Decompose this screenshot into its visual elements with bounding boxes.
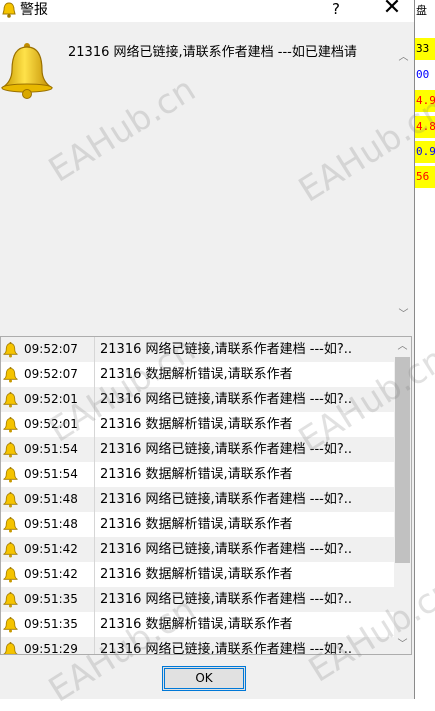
help-button[interactable]: ?	[324, 0, 348, 18]
alert-text: 21316 数据解析错误,请联系作者	[100, 367, 293, 382]
alert-time: 09:52:01	[24, 417, 78, 431]
alert-message: 21316 网络已链接,请联系作者建档 ---如已建档请	[68, 45, 357, 60]
title-bar: 警报 ? ✕	[0, 0, 414, 22]
alert-text: 21316 网络已链接,请联系作者建档 ---如?..	[100, 592, 352, 607]
bell-icon	[2, 616, 19, 633]
list-item[interactable]: 09:51:48 21316 数据解析错误,请联系作者	[1, 512, 394, 537]
alert-list[interactable]: 09:51:29 21316 网络已链接,请联系作者建档 ---如?.. 09:51…	[0, 336, 412, 655]
alert-time: 09:51:42	[24, 542, 78, 556]
window-title: 警报	[20, 2, 48, 18]
bell-icon	[2, 341, 19, 358]
bell-icon	[2, 391, 19, 408]
alert-time: 09:51:48	[24, 492, 78, 506]
bell-icon	[2, 641, 19, 654]
alert-time: 09:52:07	[24, 342, 78, 356]
column-divider	[94, 462, 95, 487]
alert-time: 09:51:48	[24, 517, 78, 531]
alert-time: 09:51:42	[24, 567, 78, 581]
scroll-up-icon[interactable]: ︿	[397, 341, 408, 352]
alert-time: 09:52:01	[24, 392, 78, 406]
bell-icon	[2, 566, 19, 583]
column-divider	[94, 437, 95, 462]
list-item[interactable]: 09:52:01 21316 数据解析错误,请联系作者	[1, 412, 394, 437]
bell-icon	[0, 43, 54, 99]
column-divider	[94, 337, 95, 362]
list-item[interactable]: 09:52:07 21316 数据解析错误,请联系作者	[1, 362, 394, 387]
scroll-down-icon[interactable]: ﹀	[398, 309, 409, 320]
alert-text: 21316 网络已链接,请联系作者建档 ---如?..	[100, 442, 352, 457]
column-divider	[94, 612, 95, 637]
list-item[interactable]: 09:52:07 21316 网络已链接,请联系作者建档 ---如?..	[1, 337, 394, 362]
bell-icon	[2, 466, 19, 483]
alert-text: 21316 数据解析错误,请联系作者	[100, 617, 293, 632]
list-item[interactable]: 09:51:35 21316 网络已链接,请联系作者建档 ---如?..	[1, 587, 394, 612]
alert-time: 09:51:35	[24, 617, 78, 631]
background-cell: 0.9	[415, 141, 435, 163]
scroll-down-icon[interactable]: ﹀	[397, 639, 408, 650]
list-item[interactable]: 09:51:29 21316 网络已链接,请联系作者建档 ---如?..	[1, 637, 394, 655]
alert-detail-pane: 21316 网络已链接,请联系作者建档 ---如已建档请	[0, 26, 412, 326]
alert-text: 21316 网络已链接,请联系作者建档 ---如?..	[100, 642, 352, 655]
list-item[interactable]: 09:51:54 21316 数据解析错误,请联系作者	[1, 462, 394, 487]
scroll-up-icon[interactable]: ︿	[398, 52, 409, 63]
column-divider	[94, 512, 95, 537]
list-item[interactable]: 09:51:54 21316 网络已链接,请联系作者建档 ---如?..	[1, 437, 394, 462]
column-divider	[94, 362, 95, 387]
alert-text: 21316 网络已链接,请联系作者建档 ---如?..	[100, 392, 352, 407]
bell-icon	[2, 366, 19, 383]
list-item[interactable]: 09:51:48 21316 网络已链接,请联系作者建档 ---如?..	[1, 487, 394, 512]
bell-icon	[2, 516, 19, 533]
column-divider	[94, 537, 95, 562]
alert-text: 21316 数据解析错误,请联系作者	[100, 467, 293, 482]
bell-icon	[2, 541, 19, 558]
column-divider	[94, 637, 95, 654]
column-divider	[94, 387, 95, 412]
bell-icon	[2, 591, 19, 608]
alert-time: 09:51:54	[24, 442, 78, 456]
list-item[interactable]: 09:51:35 21316 数据解析错误,请联系作者	[1, 612, 394, 637]
background-cell: 33	[415, 38, 435, 60]
bell-icon	[2, 2, 16, 18]
background-cell: 盘	[415, 0, 435, 22]
alert-text: 21316 数据解析错误,请联系作者	[100, 417, 293, 432]
alert-text: 21316 网络已链接,请联系作者建档 ---如?..	[100, 542, 352, 557]
bell-icon	[2, 491, 19, 508]
column-divider	[94, 487, 95, 512]
alert-time: 09:51:29	[24, 642, 78, 655]
alert-text: 21316 网络已链接,请联系作者建档 ---如?..	[100, 342, 352, 357]
background-cell: 56	[415, 166, 435, 188]
list-scrollbar[interactable]: ︿ ﹀	[394, 337, 411, 654]
list-item[interactable]: 09:51:42 21316 数据解析错误,请联系作者	[1, 562, 394, 587]
column-divider	[94, 412, 95, 437]
bell-icon	[2, 441, 19, 458]
detail-scrollbar[interactable]: ︿ ﹀	[395, 26, 412, 324]
list-item[interactable]: 09:51:42 21316 网络已链接,请联系作者建档 ---如?..	[1, 537, 394, 562]
background-cell: 4.8	[415, 116, 435, 138]
alert-time: 09:51:54	[24, 467, 78, 481]
alert-text: 21316 数据解析错误,请联系作者	[100, 567, 293, 582]
column-divider	[94, 562, 95, 587]
close-button[interactable]: ✕	[372, 0, 412, 21]
alert-text: 21316 数据解析错误,请联系作者	[100, 517, 293, 532]
alert-time: 09:52:07	[24, 367, 78, 381]
bell-icon	[2, 416, 19, 433]
alert-dialog: 警报 ? ✕ 21316 网络已链接,请联系作者建档 ---如已建档请 ︿ ﹀ …	[0, 0, 415, 699]
background-cell: 00	[415, 64, 435, 86]
column-divider	[94, 587, 95, 612]
alert-text: 21316 网络已链接,请联系作者建档 ---如?..	[100, 492, 352, 507]
alert-time: 09:51:35	[24, 592, 78, 606]
background-cell: 4.9	[415, 90, 435, 112]
ok-button[interactable]: OK	[162, 666, 246, 691]
list-item[interactable]: 09:52:01 21316 网络已链接,请联系作者建档 ---如?..	[1, 387, 394, 412]
scrollbar-thumb[interactable]	[395, 357, 410, 563]
